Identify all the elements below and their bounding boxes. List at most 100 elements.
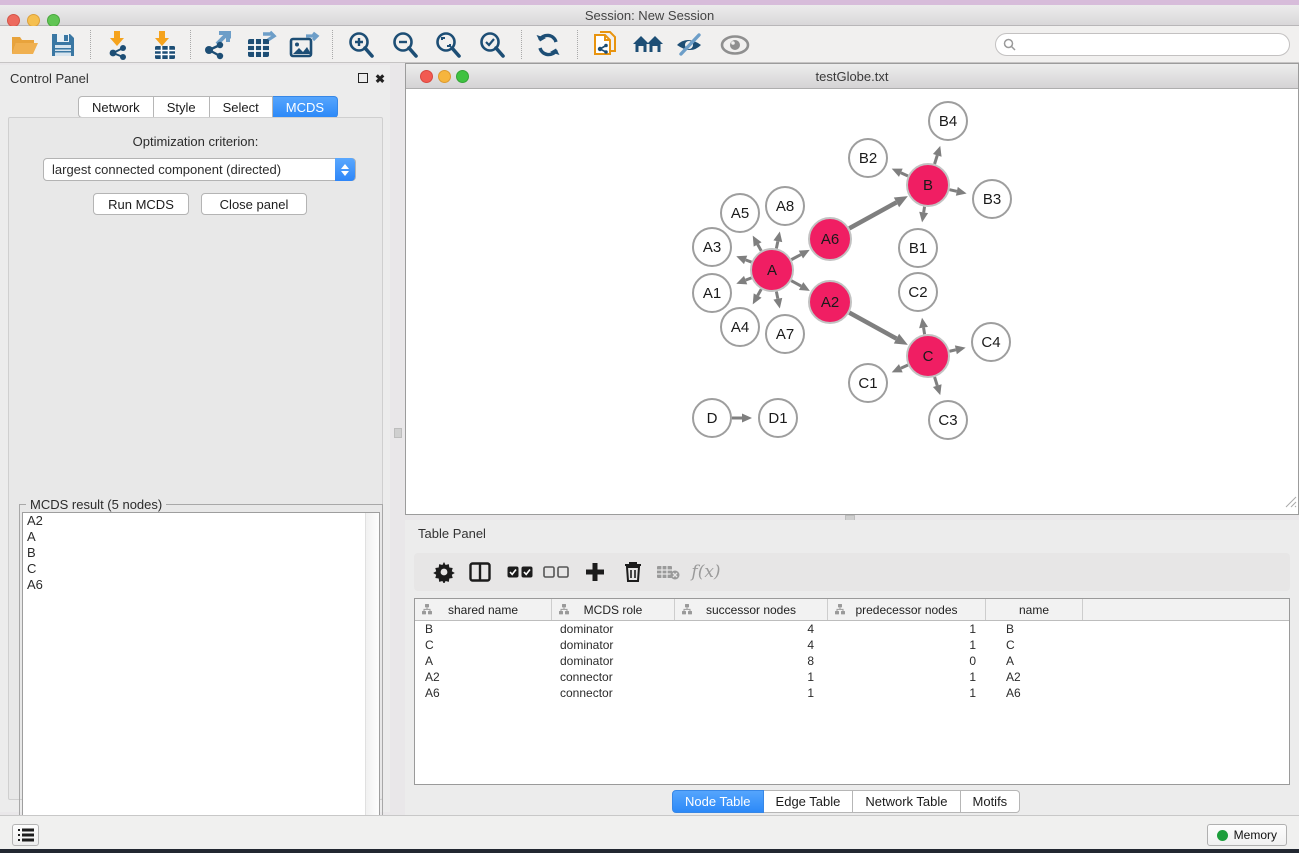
graph-node-B1[interactable]: B1 — [899, 229, 937, 267]
mcds-result-item[interactable]: A6 — [23, 577, 379, 593]
tab-select[interactable]: Select — [210, 96, 273, 118]
graph-edge[interactable] — [758, 244, 762, 250]
graph-edge[interactable] — [949, 350, 955, 351]
tab-network[interactable]: Network — [78, 96, 154, 118]
graph-node-A1[interactable]: A1 — [693, 274, 731, 312]
tab-style[interactable]: Style — [154, 96, 210, 118]
documents-network-icon[interactable] — [588, 29, 622, 61]
network-graph[interactable]: AA1A2A3A4A5A6A7A8BB1B2B3B4CC1C2C3C4DD1 — [406, 89, 1298, 514]
graph-node-A4[interactable]: A4 — [721, 308, 759, 346]
graph-edge[interactable] — [924, 328, 925, 335]
graph-edge[interactable] — [791, 255, 800, 260]
table-row[interactable]: A2connector11A2 — [415, 669, 1289, 685]
mcds-result-item[interactable]: A — [23, 529, 379, 545]
graph-edge[interactable] — [746, 278, 752, 280]
close-panel-button[interactable]: Close panel — [201, 193, 307, 215]
graph-edge[interactable] — [949, 190, 956, 192]
table-row[interactable]: Bdominator41B — [415, 621, 1289, 637]
graph-edge[interactable] — [901, 365, 908, 368]
column-view-icon[interactable] — [464, 556, 496, 588]
table-row[interactable]: Cdominator41C — [415, 637, 1289, 653]
graph-edge[interactable] — [776, 292, 777, 299]
trash-icon[interactable] — [617, 556, 649, 588]
zoom-in-icon[interactable] — [344, 29, 378, 61]
mcds-result-item[interactable]: A2 — [23, 513, 379, 529]
open-icon[interactable] — [8, 29, 42, 61]
gear-icon[interactable] — [428, 556, 460, 588]
houses-icon[interactable] — [631, 29, 665, 61]
tab-node-table[interactable]: Node Table — [672, 790, 764, 813]
search-input[interactable] — [995, 33, 1290, 56]
float-panel-icon[interactable] — [358, 72, 368, 86]
graph-node-A3[interactable]: A3 — [693, 228, 731, 266]
export-network-icon[interactable] — [201, 29, 235, 61]
run-mcds-button[interactable]: Run MCDS — [93, 193, 189, 215]
graph-node-A6[interactable]: A6 — [809, 218, 851, 260]
export-table-icon[interactable] — [244, 29, 278, 61]
network-canvas[interactable]: AA1A2A3A4A5A6A7A8BB1B2B3B4CC1C2C3C4DD1 — [406, 89, 1298, 514]
column-header-predecessor-nodes[interactable]: predecessor nodes — [828, 599, 986, 620]
zoom-out-icon[interactable] — [388, 29, 422, 61]
table-body[interactable]: Bdominator41BCdominator41CAdominator80AA… — [415, 621, 1289, 701]
graph-edge[interactable] — [776, 241, 777, 248]
deselect-all-icon[interactable] — [540, 556, 572, 588]
graph-node-C4[interactable]: C4 — [972, 323, 1010, 361]
table-row[interactable]: A6connector11A6 — [415, 685, 1289, 701]
graph-edge[interactable] — [746, 260, 752, 262]
close-panel-icon[interactable]: ✖ — [375, 72, 385, 86]
import-table-icon[interactable] — [148, 29, 182, 61]
graph-node-A[interactable]: A — [751, 249, 793, 291]
graph-node-C1[interactable]: C1 — [849, 364, 887, 402]
graph-edge[interactable] — [849, 313, 896, 339]
graph-edge[interactable] — [901, 173, 908, 176]
memory-button[interactable]: Memory — [1207, 824, 1287, 846]
graph-node-C[interactable]: C — [907, 335, 949, 377]
task-history-button[interactable] — [12, 824, 39, 846]
minimize-view-button[interactable] — [438, 70, 451, 83]
criterion-select[interactable]: largest connected component (directed) — [43, 158, 356, 181]
tab-edge-table[interactable]: Edge Table — [764, 790, 854, 813]
tab-mcds[interactable]: MCDS — [273, 96, 338, 118]
graph-node-C2[interactable]: C2 — [899, 273, 937, 311]
scrollbar-track[interactable] — [365, 513, 379, 841]
graph-node-A5[interactable]: A5 — [721, 194, 759, 232]
graph-node-A2[interactable]: A2 — [809, 281, 851, 323]
table-row[interactable]: Adominator80A — [415, 653, 1289, 669]
graph-node-B3[interactable]: B3 — [973, 180, 1011, 218]
node-table[interactable]: shared nameMCDS rolesuccessor nodesprede… — [414, 598, 1290, 785]
graph-edge[interactable] — [758, 289, 762, 295]
column-header-successor-nodes[interactable]: successor nodes — [675, 599, 828, 620]
graph-node-B4[interactable]: B4 — [929, 102, 967, 140]
hide-eye-icon[interactable] — [673, 29, 707, 61]
mcds-result-list[interactable]: A2ABCA6 — [22, 512, 380, 842]
select-all-icon[interactable] — [504, 556, 536, 588]
table-header-row[interactable]: shared nameMCDS rolesuccessor nodesprede… — [415, 599, 1289, 621]
column-header-MCDS-role[interactable]: MCDS role — [552, 599, 675, 620]
column-header-name[interactable]: name — [986, 599, 1083, 620]
mcds-result-item[interactable]: C — [23, 561, 379, 577]
function-icon[interactable]: f(x) — [690, 556, 722, 588]
graph-edge[interactable] — [849, 202, 896, 228]
zoom-selected-icon[interactable] — [475, 29, 509, 61]
graph-edge[interactable] — [924, 207, 925, 213]
add-icon[interactable] — [579, 556, 611, 588]
graph-node-B2[interactable]: B2 — [849, 139, 887, 177]
graph-edge[interactable] — [935, 155, 938, 164]
tab-motifs[interactable]: Motifs — [961, 790, 1021, 813]
tab-network-table[interactable]: Network Table — [853, 790, 960, 813]
vertical-splitter-handle[interactable] — [394, 428, 402, 438]
graph-edge[interactable] — [791, 281, 801, 286]
graph-edge[interactable] — [935, 377, 938, 386]
graph-node-B[interactable]: B — [907, 164, 949, 206]
graph-node-A7[interactable]: A7 — [766, 315, 804, 353]
graph-node-D1[interactable]: D1 — [759, 399, 797, 437]
export-image-icon[interactable] — [287, 29, 321, 61]
refresh-icon[interactable] — [531, 29, 565, 61]
network-window-titlebar[interactable]: testGlobe.txt — [406, 64, 1298, 89]
resize-grip-icon[interactable] — [1284, 495, 1297, 513]
import-network-icon[interactable] — [103, 29, 137, 61]
graph-node-A8[interactable]: A8 — [766, 187, 804, 225]
delete-table-icon[interactable] — [652, 556, 684, 588]
graph-node-D[interactable]: D — [693, 399, 731, 437]
mcds-result-item[interactable]: B — [23, 545, 379, 561]
